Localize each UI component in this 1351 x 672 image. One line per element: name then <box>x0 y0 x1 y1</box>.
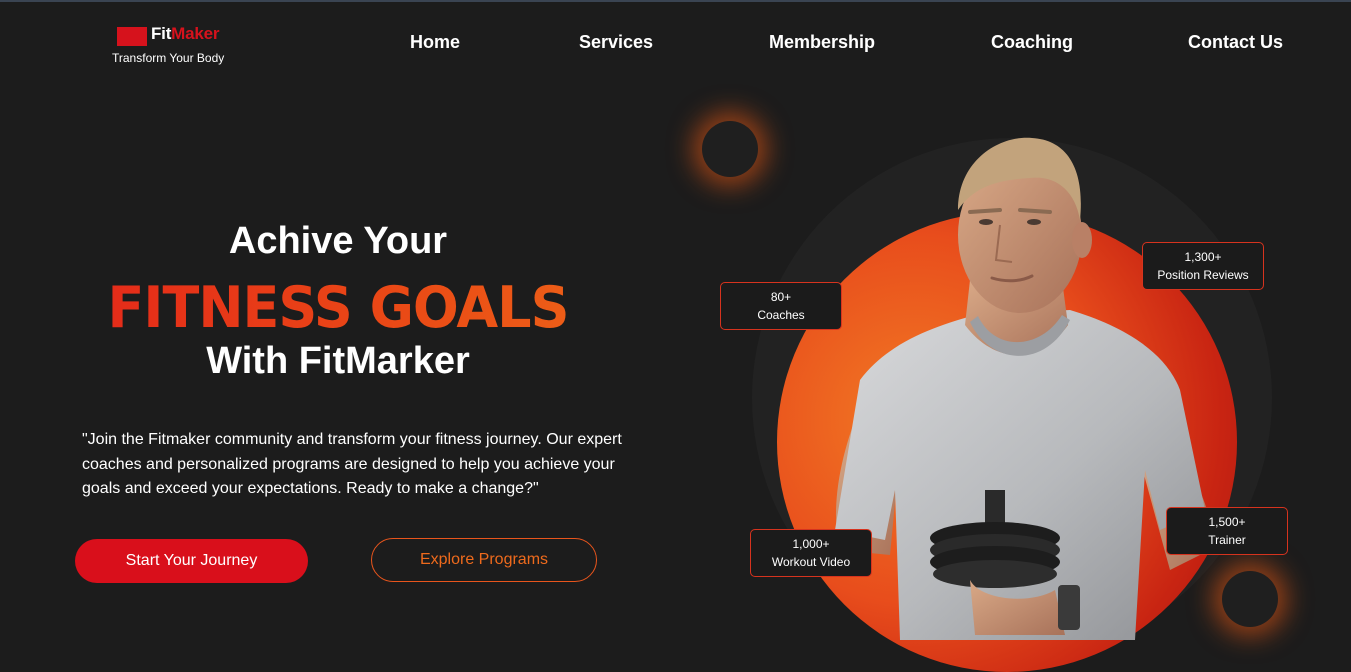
stat-value: 1,000+ <box>792 537 830 551</box>
hero-heading-line1: Achive Your <box>228 220 448 262</box>
nav-services[interactable]: Services <box>579 32 653 53</box>
hero-heading-highlight: FITNESS GOALS <box>0 274 676 340</box>
brand-name: FitMaker <box>151 24 220 44</box>
stat-label: Coaches <box>757 308 805 322</box>
stat-label: Trainer <box>1208 533 1246 547</box>
stat-label: Workout Video <box>771 555 851 569</box>
nav-contact-us[interactable]: Contact Us <box>1188 32 1283 53</box>
decorative-glow-circle-top <box>702 121 758 177</box>
stat-value: 1,300+ <box>1184 250 1222 264</box>
window-top-border <box>0 0 1351 2</box>
nav-membership[interactable]: Membership <box>769 32 875 53</box>
hero-description: "Join the Fitmaker community and transfo… <box>82 431 622 497</box>
brand-name-maker: Maker <box>171 24 220 43</box>
stat-badge-trainer: 1,500+ Trainer <box>1166 507 1288 555</box>
brand-tagline: Transform Your Body <box>112 51 225 65</box>
stat-badge-coaches: 80+ Coaches <box>720 282 842 330</box>
stat-label: Position Reviews <box>1157 268 1249 282</box>
logo-mark-icon <box>117 27 147 46</box>
brand-name-fit: Fit <box>151 24 172 43</box>
nav-home[interactable]: Home <box>410 32 460 53</box>
nav-coaching[interactable]: Coaching <box>991 32 1073 53</box>
explore-programs-button[interactable]: Explore Programs <box>371 538 597 582</box>
hero-heading-line3: With FitMarker <box>206 340 470 382</box>
stat-value: 80+ <box>770 290 792 304</box>
stat-badge-workout-video: 1,000+ Workout Video <box>750 529 872 577</box>
start-journey-button[interactable]: Start Your Journey <box>75 539 308 583</box>
stat-value: 1,500+ <box>1208 515 1246 529</box>
stat-badge-position-reviews: 1,300+ Position Reviews <box>1142 242 1264 290</box>
